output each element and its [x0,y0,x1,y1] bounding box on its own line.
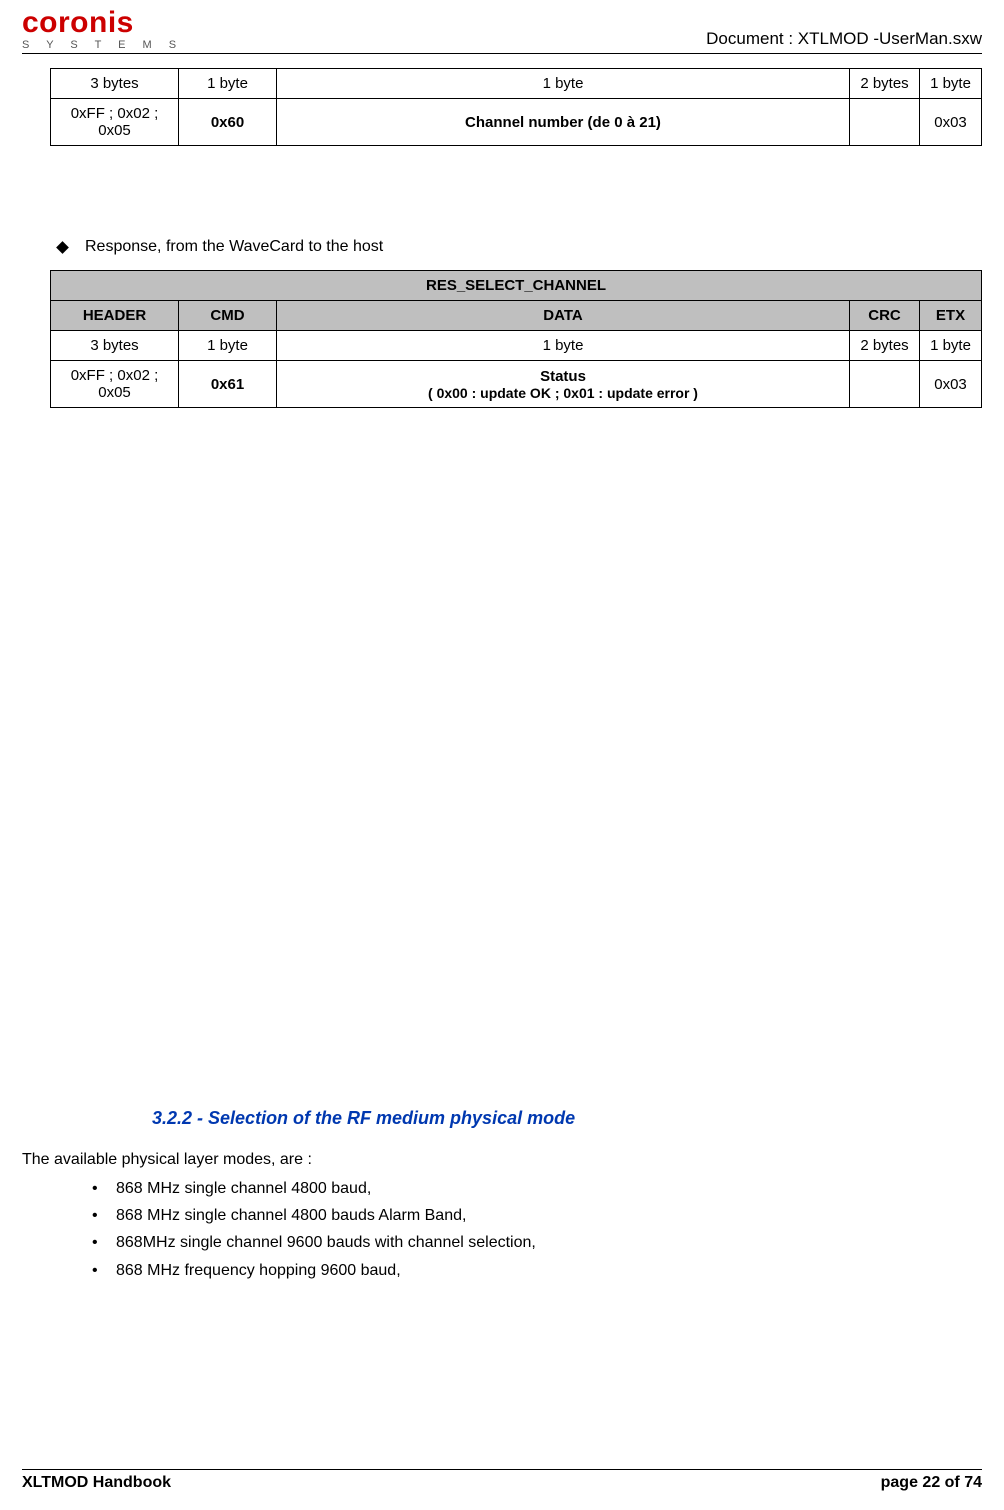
col-data: DATA [277,301,850,331]
cell-size-data: 1 byte [277,69,850,99]
page-footer: XLTMOD Handbook page 22 of 74 [22,1469,982,1492]
logo: coronis S Y S T E M S [22,8,183,51]
diamond-bullet-icon [56,241,69,254]
table-row: 3 bytes 1 byte 1 byte 2 bytes 1 byte [51,331,982,361]
cell-size-header: 3 bytes [51,331,179,361]
list-item: 868 MHz frequency hopping 9600 baud, [92,1257,982,1284]
col-crc: CRC [850,301,920,331]
document-label: Document : XTLMOD -UserMan.sxw [706,29,982,51]
col-header: HEADER [51,301,179,331]
cell-size-etx: 1 byte [920,331,982,361]
cell-val-etx: 0x03 [920,361,982,408]
list-item: 868 MHz single channel 4800 bauds Alarm … [92,1202,982,1229]
list-item: 868 MHz single channel 4800 baud, [92,1175,982,1202]
cell-size-cmd: 1 byte [179,69,277,99]
response-label: Response, from the WaveCard to the host [85,238,383,256]
col-cmd: CMD [179,301,277,331]
table-row: HEADER CMD DATA CRC ETX [51,301,982,331]
footer-right: page 22 of 74 [881,1474,982,1492]
cell-val-data: Status ( 0x00 : update OK ; 0x01 : updat… [277,361,850,408]
cell-size-crc: 2 bytes [850,69,920,99]
cell-val-etx: 0x03 [920,99,982,146]
cell-size-etx: 1 byte [920,69,982,99]
cell-val-crc [850,361,920,408]
section-heading: 3.2.2 - Selection of the RF medium physi… [152,1108,982,1129]
response-block: Response, from the WaveCard to the host … [22,238,982,408]
list-item: 868MHz single channel 9600 bauds with ch… [92,1229,982,1256]
cell-val-header: 0xFF ; 0x02 ; 0x05 [51,99,179,146]
table-row: 3 bytes 1 byte 1 byte 2 bytes 1 byte [51,69,982,99]
section-intro: The available physical layer modes, are … [22,1151,982,1169]
table-res-select-channel: RES_SELECT_CHANNEL HEADER CMD DATA CRC E… [50,270,982,408]
table-title-row: RES_SELECT_CHANNEL [51,271,982,301]
response-bullet-line: Response, from the WaveCard to the host [58,238,982,256]
page: coronis S Y S T E M S Document : XTLMOD … [0,0,1004,1510]
cell-val-header: 0xFF ; 0x02 ; 0x05 [51,361,179,408]
col-etx: ETX [920,301,982,331]
cell-size-data: 1 byte [277,331,850,361]
table-row: 0xFF ; 0x02 ; 0x05 0x61 Status ( 0x00 : … [51,361,982,408]
logo-sub: S Y S T E M S [22,40,183,51]
content: 3 bytes 1 byte 1 byte 2 bytes 1 byte 0xF… [22,54,982,1284]
table-title: RES_SELECT_CHANNEL [51,271,982,301]
cell-val-cmd: 0x61 [179,361,277,408]
footer-left: XLTMOD Handbook [22,1474,171,1492]
cell-size-header: 3 bytes [51,69,179,99]
table-req-select-channel-partial: 3 bytes 1 byte 1 byte 2 bytes 1 byte 0xF… [50,68,982,146]
page-header: coronis S Y S T E M S Document : XTLMOD … [22,8,982,54]
cell-val-cmd: 0x60 [179,99,277,146]
cell-val-crc [850,99,920,146]
status-line1: Status [283,368,843,385]
modes-list: 868 MHz single channel 4800 baud, 868 MH… [92,1175,982,1284]
cell-val-data: Channel number (de 0 à 21) [277,99,850,146]
table-row: 0xFF ; 0x02 ; 0x05 0x60 Channel number (… [51,99,982,146]
logo-main: coronis [22,8,183,38]
cell-size-cmd: 1 byte [179,331,277,361]
cell-size-crc: 2 bytes [850,331,920,361]
status-line2: ( 0x00 : update OK ; 0x01 : update error… [283,385,843,401]
